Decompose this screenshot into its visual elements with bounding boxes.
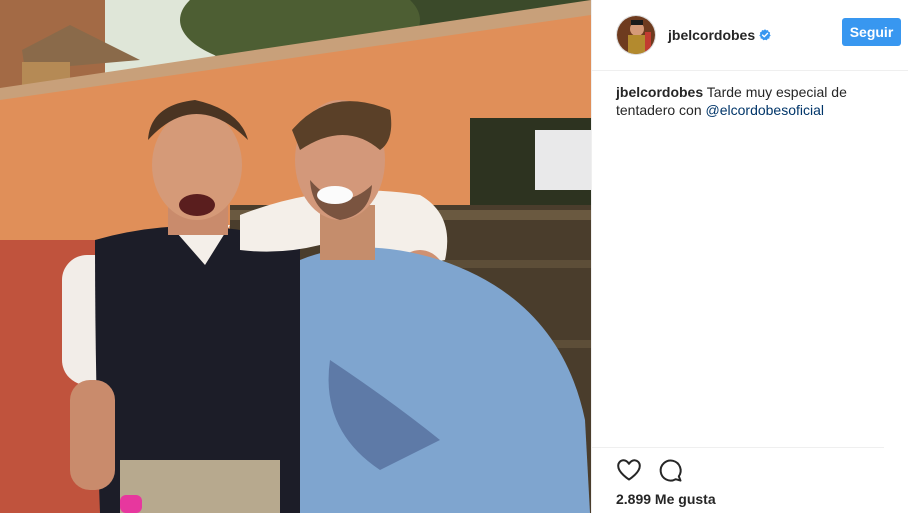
likes-count[interactable]: 2.899 Me gusta bbox=[616, 491, 716, 507]
post-header: jbelcordobes Seguir bbox=[592, 0, 908, 71]
caption-username[interactable]: jbelcordobes bbox=[616, 84, 703, 100]
avatar[interactable] bbox=[616, 15, 656, 55]
caption-mention-link[interactable]: @elcordobesoficial bbox=[706, 102, 825, 118]
heart-icon[interactable] bbox=[616, 457, 642, 483]
post-photo[interactable] bbox=[0, 0, 591, 513]
post-caption: jbelcordobes Tarde muy especial de tenta… bbox=[616, 83, 896, 119]
actions-divider bbox=[592, 447, 884, 448]
comment-icon[interactable] bbox=[657, 457, 683, 483]
instagram-post: jbelcordobes Seguir jbelcordobes Tarde m… bbox=[0, 0, 908, 513]
username[interactable]: jbelcordobes bbox=[668, 27, 755, 43]
verified-badge-icon bbox=[759, 29, 771, 41]
post-actions bbox=[616, 457, 683, 483]
post-sidebar: jbelcordobes Seguir jbelcordobes Tarde m… bbox=[591, 0, 908, 513]
follow-button[interactable]: Seguir bbox=[842, 18, 901, 46]
photo-illustration bbox=[0, 0, 591, 513]
avatar-image bbox=[617, 16, 655, 54]
